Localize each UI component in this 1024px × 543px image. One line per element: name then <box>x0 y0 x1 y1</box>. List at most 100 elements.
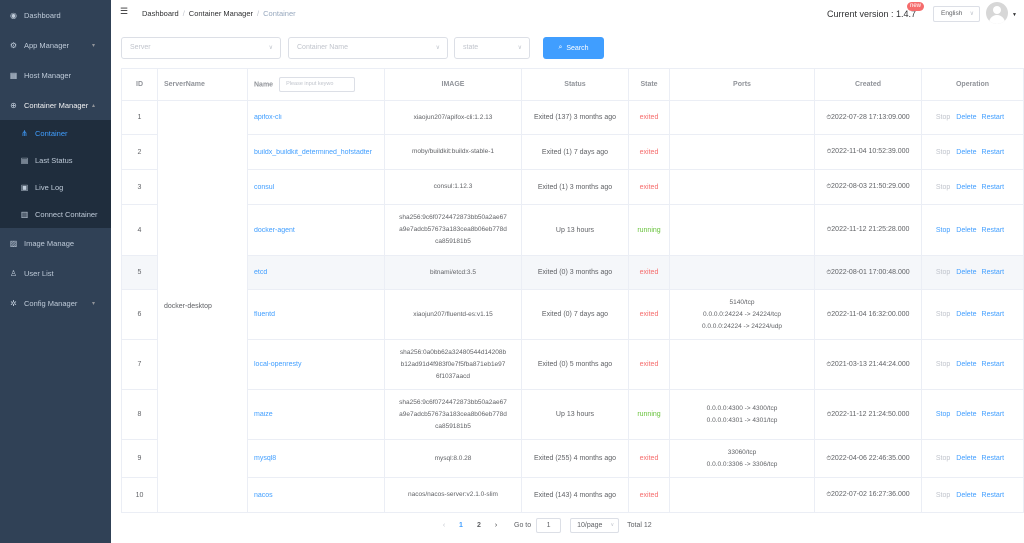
language-select[interactable]: English ∨ <box>933 6 980 22</box>
sidebar-item-connect-container[interactable]: ▥ Connect Container <box>0 201 111 228</box>
hamburger-icon[interactable]: ☰ <box>120 7 129 16</box>
cell-ports <box>669 477 815 513</box>
delete-button[interactable]: Delete <box>956 411 976 418</box>
table-row[interactable]: 9 mysql8 mysql:8.0.28 Exited (255) 4 months… <box>121 439 1024 478</box>
name-filter-input[interactable]: Please input keywo <box>279 77 356 92</box>
search-label: Search <box>566 44 589 52</box>
cell-operation: Stop Delete Restart <box>921 289 1024 340</box>
container-name-link[interactable]: maize <box>254 411 381 418</box>
sidebar-item-last-status[interactable]: ▤ Last Status <box>0 147 111 174</box>
restart-button[interactable]: Restart <box>982 184 1005 191</box>
container-name-link[interactable]: apifox-cli <box>254 114 381 121</box>
table-row[interactable]: 8 maize sha256:9c6f0724472873bb50a2ae67 a9e… <box>121 389 1024 440</box>
stop-button[interactable]: Stop <box>936 114 950 121</box>
table-row[interactable]: 3 consul consul:1.12.3 Exited (1) 3 months … <box>121 169 1024 205</box>
breadcrumb-item[interactable]: Container Manager <box>189 9 253 18</box>
table-row[interactable]: 10 nacos nacos/nacos-server:v2.1.0-slim Exi… <box>121 477 1024 513</box>
port-line: 0.0.0.0:4300 -> 4300/tcp <box>706 404 778 412</box>
sidebar-item-config-manager[interactable]: ✲ Config Manager ▾ <box>0 288 111 318</box>
state-select[interactable]: state ∨ <box>454 37 530 59</box>
prev-page-button[interactable]: ‹ <box>436 522 452 529</box>
restart-button[interactable]: Restart <box>982 411 1005 418</box>
container-name-link[interactable]: buildx_buildkit_determined_hofstadter <box>254 149 381 156</box>
container-name-link[interactable]: docker-agent <box>254 227 381 234</box>
breadcrumb-item[interactable]: Dashboard <box>142 9 179 18</box>
cell-status: Exited (0) 3 months ago <box>521 255 629 290</box>
image-line: xiaojun207/fluentd-es:v1.15 <box>413 310 493 318</box>
sidebar-item-image-manage[interactable]: ▨ Image Manage <box>0 228 111 258</box>
sidebar-item-container-manager[interactable]: ⊕ Container Manager ▴ <box>0 90 111 120</box>
container-name-link[interactable]: local-openresty <box>254 361 381 368</box>
table-row[interactable]: 2 buildx_buildkit_determined_hofstadter mo… <box>121 134 1024 170</box>
created-value: 2022-11-04 10:52:39.000 <box>831 148 910 155</box>
server-select[interactable]: Server ∨ <box>121 37 281 59</box>
container-name-link[interactable]: mysql8 <box>254 455 381 462</box>
table-row[interactable]: 6 fluentd xiaojun207/fluentd-es:v1.15 Exite… <box>121 289 1024 340</box>
navbar: ☰ Dashboard / Container Manager / Contai… <box>111 0 1024 28</box>
stop-button[interactable]: Stop <box>936 269 950 276</box>
delete-button[interactable]: Delete <box>956 361 976 368</box>
stop-button[interactable]: Stop <box>936 227 950 234</box>
table-row[interactable]: 4 docker-agent sha256:9c6f0724472873bb50a2… <box>121 204 1024 256</box>
delete-button[interactable]: Delete <box>956 492 976 499</box>
page-2[interactable]: 2 <box>470 522 488 529</box>
stop-button[interactable]: Stop <box>936 361 950 368</box>
sidebar-item-label: Dashboard <box>24 10 61 20</box>
sidebar-item-app-manager[interactable]: ⚙ App Manager ▾ <box>0 30 111 60</box>
table-row[interactable]: 1 docker-desktop apifox-cli xiaojun207/apif… <box>121 100 1024 513</box>
sidebar-item-host-manager[interactable]: ▦ Host Manager <box>0 60 111 90</box>
restart-button[interactable]: Restart <box>982 149 1005 156</box>
sidebar-item-dashboard[interactable]: ◉ Dashboard <box>0 0 111 30</box>
restart-button[interactable]: Restart <box>982 361 1005 368</box>
stop-button[interactable]: Stop <box>936 492 950 499</box>
next-page-button[interactable]: › <box>488 522 504 529</box>
restart-button[interactable]: Restart <box>982 114 1005 121</box>
restart-button[interactable]: Restart <box>982 492 1005 499</box>
cell-id: 2 <box>121 134 158 170</box>
container-name-select[interactable]: Container Name ∨ <box>288 37 448 59</box>
sidebar-item-live-log[interactable]: ▣ Live Log <box>0 174 111 201</box>
delete-button[interactable]: Delete <box>956 149 976 156</box>
stop-button[interactable]: Stop <box>936 411 950 418</box>
page-1[interactable]: 1 <box>452 522 470 529</box>
container-name-link[interactable]: nacos <box>254 492 381 499</box>
delete-button[interactable]: Delete <box>956 311 976 318</box>
restart-button[interactable]: Restart <box>982 227 1005 234</box>
cell-id: 5 <box>121 255 158 290</box>
sidebar-item-container[interactable]: ⋔ Container <box>0 120 111 147</box>
stop-button[interactable]: Stop <box>936 184 950 191</box>
caret-down-icon[interactable]: ▼ <box>1012 12 1017 18</box>
stop-button[interactable]: Stop <box>936 149 950 156</box>
page-size-select[interactable]: 10/page ∨ <box>570 517 620 533</box>
search-button[interactable]: ⌕ Search <box>543 37 604 59</box>
container-name-placeholder: Container Name <box>297 44 348 51</box>
cell-ports <box>669 255 815 290</box>
table-row[interactable]: 5 etcd bitnami/etcd:3.5 Exited (0) 3 months… <box>121 255 1024 290</box>
delete-button[interactable]: Delete <box>956 184 976 191</box>
avatar[interactable] <box>986 2 1008 24</box>
table-row[interactable]: 7 local-openresty sha256:0a0bb62a32480544d… <box>121 339 1024 390</box>
delete-button[interactable]: Delete <box>956 114 976 121</box>
chevron-down-icon: ▾ <box>92 42 96 49</box>
cell-status: Exited (0) 5 months ago <box>521 339 629 390</box>
header-image: IMAGE <box>384 68 522 101</box>
delete-button[interactable]: Delete <box>956 455 976 462</box>
cell-created: ⏱2022-08-03 21:50:29.000 <box>814 169 922 205</box>
restart-button[interactable]: Restart <box>982 311 1005 318</box>
delete-button[interactable]: Delete <box>956 227 976 234</box>
cell-state: exited <box>628 477 670 513</box>
cell-created: ⏱2022-11-04 10:52:39.000 <box>814 134 922 170</box>
container-name-link[interactable]: consul <box>254 184 381 191</box>
restart-button[interactable]: Restart <box>982 455 1005 462</box>
sidebar-item-user-list[interactable]: ♙ User List <box>0 258 111 288</box>
header-server: ServerName <box>157 68 248 101</box>
image-line: a9e7adcb57673a183cea8b06eb778d <box>399 410 507 418</box>
restart-button[interactable]: Restart <box>982 269 1005 276</box>
stop-button[interactable]: Stop <box>936 311 950 318</box>
goto-input[interactable]: 1 <box>536 517 562 533</box>
delete-button[interactable]: Delete <box>956 269 976 276</box>
container-name-link[interactable]: fluentd <box>254 311 381 318</box>
cell-ports <box>669 100 815 135</box>
container-name-link[interactable]: etcd <box>254 269 381 276</box>
stop-button[interactable]: Stop <box>936 455 950 462</box>
